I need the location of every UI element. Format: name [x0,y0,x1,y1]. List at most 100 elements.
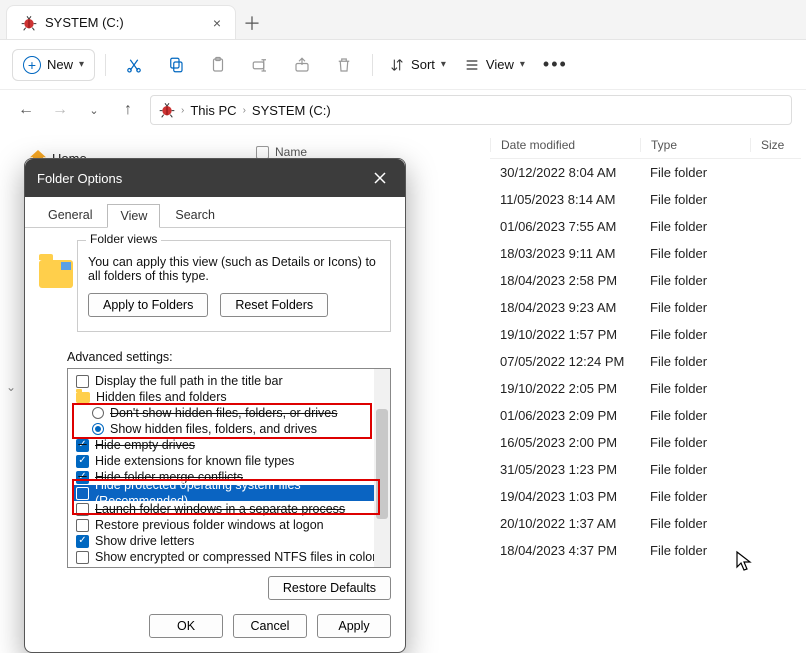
window-tab[interactable]: SYSTEM (C:) × [6,5,236,39]
folder-icon [76,392,90,403]
new-tab-button[interactable]: ＋ [236,7,268,39]
table-row[interactable]: 19/10/2022 1:57 PMFile folder [490,321,801,348]
scrollbar-thumb[interactable] [376,409,388,519]
file-table: Date modified Type Size 30/12/2022 8:04 … [490,132,801,564]
column-header-size[interactable]: Size [750,138,800,152]
folder-views-text: You can apply this view (such as Details… [88,255,380,283]
table-row[interactable]: 18/04/2023 4:37 PMFile folder [490,537,801,564]
opt-hide-extensions[interactable]: Hide extensions for known file types [74,453,384,469]
folder-views-group: Folder views You can apply this view (su… [77,240,391,332]
new-button[interactable]: + New ▾ [12,49,95,81]
column-header-type[interactable]: Type [640,138,750,152]
delete-button[interactable] [326,47,362,83]
view-list-icon [464,57,480,73]
tree-expand-chevron[interactable]: ⌄ [6,380,16,394]
sort-icon [389,57,405,73]
select-all-checkbox[interactable] [256,146,269,159]
restore-defaults-button[interactable]: Restore Defaults [268,576,391,600]
breadcrumb-item[interactable]: This PC [190,103,236,118]
window-tabbar: SYSTEM (C:) × ＋ [0,0,806,40]
opt-launch-separate[interactable]: Launch folder windows in a separate proc… [74,501,384,517]
table-row[interactable]: 01/06/2023 2:09 PMFile folder [490,402,801,429]
command-bar: + New ▾ Sort ▾ View ▾ ••• [0,40,806,90]
dialog-tabs: General View Search [25,197,405,228]
trash-icon [335,56,353,74]
drive-bug-icon [21,15,37,31]
opt-dont-show-hidden[interactable]: Don't show hidden files, folders, or dri… [74,405,384,421]
table-row[interactable]: 16/05/2023 2:00 PMFile folder [490,429,801,456]
more-icon: ••• [543,54,568,75]
drive-bug-icon [159,102,175,118]
table-row[interactable]: 18/03/2023 9:11 AMFile folder [490,240,801,267]
opt-hide-protected[interactable]: Hide protected operating system files (R… [74,485,384,501]
advanced-settings-list[interactable]: Display the full path in the title bar H… [67,368,391,568]
rename-icon [251,56,269,74]
dialog-close-button[interactable] [367,167,393,189]
tab-close-button[interactable]: × [213,15,221,31]
breadcrumb[interactable]: › This PC › SYSTEM (C:) [150,95,792,125]
ok-button[interactable]: OK [149,614,223,638]
recent-chevron[interactable]: ⌄ [82,98,106,122]
dialog-title: Folder Options [37,171,122,186]
table-row[interactable]: 19/04/2023 1:03 PMFile folder [490,483,801,510]
nav-row: ← → ⌄ ↑ › This PC › SYSTEM (C:) [0,90,806,130]
table-row[interactable]: 18/04/2023 2:58 PMFile folder [490,267,801,294]
table-row[interactable]: 01/06/2023 7:55 AMFile folder [490,213,801,240]
share-button[interactable] [284,47,320,83]
rename-button[interactable] [242,47,278,83]
dialog-titlebar[interactable]: Folder Options [25,159,405,197]
table-row[interactable]: 30/12/2022 8:04 AMFile folder [490,159,801,186]
reset-folders-button[interactable]: Reset Folders [220,293,328,317]
opt-show-drive-letters[interactable]: Show drive letters [74,533,384,549]
chevron-right-icon: › [181,105,184,116]
tab-general[interactable]: General [35,203,105,227]
folder-options-dialog: Folder Options General View Search Folde… [24,158,406,653]
clipboard-icon [209,56,227,74]
scissors-icon [125,56,143,74]
plus-icon: + [23,56,41,74]
breadcrumb-item[interactable]: SYSTEM (C:) [252,103,331,118]
tab-view[interactable]: View [107,204,160,228]
opt-hidden-group: Hidden files and folders [74,389,384,405]
more-button[interactable]: ••• [537,48,574,81]
cut-button[interactable] [116,47,152,83]
apply-button[interactable]: Apply [317,614,391,638]
chevron-right-icon: › [243,105,246,116]
apply-to-folders-button[interactable]: Apply to Folders [88,293,208,317]
forward-button[interactable]: → [48,98,72,122]
paste-button[interactable] [200,47,236,83]
opt-show-encrypted[interactable]: Show encrypted or compressed NTFS files … [74,549,384,565]
view-button[interactable]: View ▾ [458,51,531,79]
chevron-down-icon: ▾ [441,59,446,70]
folder-options-icon [39,260,73,288]
opt-show-hidden[interactable]: Show hidden files, folders, and drives [74,421,384,437]
table-row[interactable]: 20/10/2022 1:37 AMFile folder [490,510,801,537]
mouse-cursor [735,550,753,572]
scrollbar[interactable] [374,369,390,567]
table-row[interactable]: 07/05/2022 12:24 PMFile folder [490,348,801,375]
up-button[interactable]: ↑ [116,98,140,122]
advanced-settings-label: Advanced settings: [67,350,405,364]
close-icon [374,172,386,184]
chevron-down-icon: ▾ [520,59,525,70]
back-button[interactable]: ← [14,98,38,122]
table-row[interactable]: 19/10/2022 2:05 PMFile folder [490,375,801,402]
cancel-button[interactable]: Cancel [233,614,307,638]
column-header-name[interactable]: Name [256,145,307,159]
tab-title: SYSTEM (C:) [45,15,124,30]
copy-button[interactable] [158,47,194,83]
column-header-date[interactable]: Date modified [490,138,640,152]
tab-search[interactable]: Search [162,203,228,227]
copy-icon [167,56,185,74]
opt-hide-empty[interactable]: Hide empty drives [74,437,384,453]
opt-restore-previous[interactable]: Restore previous folder windows at logon [74,517,384,533]
share-icon [293,56,311,74]
opt-full-path[interactable]: Display the full path in the title bar [74,373,384,389]
table-row[interactable]: 18/04/2023 9:23 AMFile folder [490,294,801,321]
chevron-down-icon: ▾ [79,59,84,70]
table-header: Date modified Type Size [490,132,801,159]
folder-views-label: Folder views [86,232,161,246]
sort-button[interactable]: Sort ▾ [383,51,452,79]
table-row[interactable]: 31/05/2023 1:23 PMFile folder [490,456,801,483]
table-row[interactable]: 11/05/2023 8:14 AMFile folder [490,186,801,213]
